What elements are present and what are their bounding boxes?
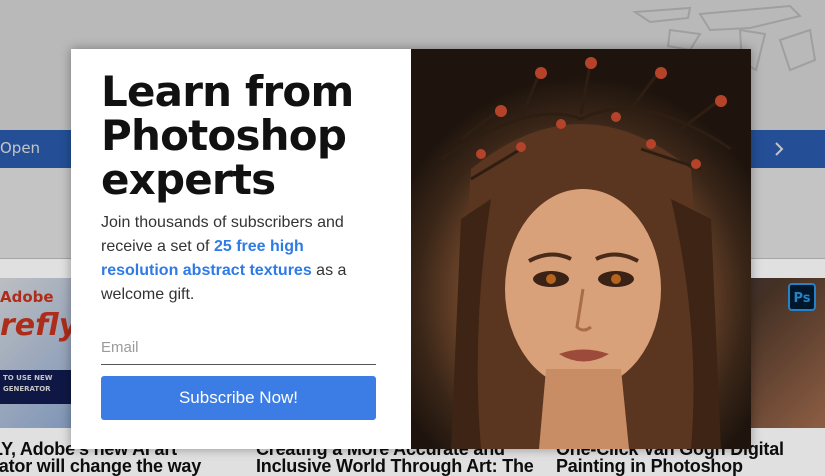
popup-headline: Learn from Photoshop experts <box>101 67 354 204</box>
popup-description: Join thousands of subscribers and receiv… <box>101 211 361 307</box>
subscribe-button[interactable]: Subscribe Now! <box>101 376 376 420</box>
headline-line-2: Photoshop <box>101 111 347 160</box>
headline-line-3: experts <box>101 155 276 204</box>
newsletter-popup: Learn from Photoshop experts Join thousa… <box>71 49 751 449</box>
email-input[interactable] <box>101 330 376 365</box>
headline-line-1: Learn from <box>101 67 354 116</box>
portrait-illustration <box>440 57 732 449</box>
popup-content: Learn from Photoshop experts Join thousa… <box>71 49 411 449</box>
popup-portrait-image <box>411 49 751 449</box>
